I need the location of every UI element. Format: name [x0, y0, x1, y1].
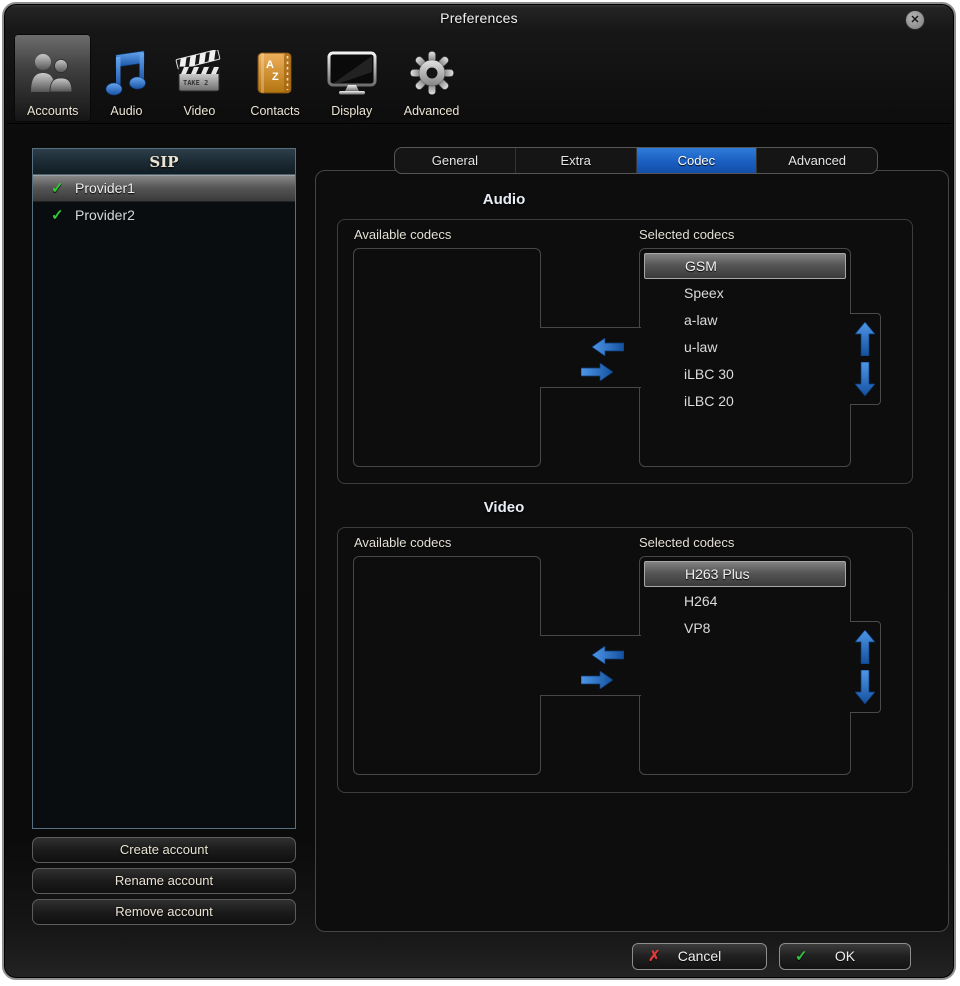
ok-button[interactable]: ✓ OK	[779, 943, 911, 970]
music-note-icon	[104, 45, 148, 101]
available-codecs-label: Available codecs	[354, 535, 452, 550]
toolbar-label: Display	[331, 104, 373, 118]
window-title: Preferences	[440, 10, 518, 26]
sip-list-header: SIP	[33, 149, 295, 175]
green-check-icon: ✓	[795, 948, 808, 965]
move-right-arrow-icon[interactable]	[581, 363, 613, 381]
codec-item[interactable]: Speex	[640, 280, 850, 307]
video-selected-codecs-list[interactable]: H263 Plus H264 VP8	[639, 556, 851, 775]
account-name: Provider1	[75, 180, 135, 196]
green-check-icon: ✓	[51, 180, 64, 197]
video-move-arrows	[540, 635, 641, 696]
clapperboard-icon: TAKE 2	[174, 45, 224, 101]
selected-codecs-label: Selected codecs	[639, 227, 735, 242]
title-bar: Preferences ✕	[4, 4, 954, 32]
sip-account-list: SIP ✓ Provider1 ✓ Provider2	[32, 148, 296, 829]
video-available-codecs-list[interactable]	[353, 556, 541, 775]
toolbar-item-advanced[interactable]: Advanced	[391, 34, 473, 122]
audio-reorder-arrows	[850, 313, 881, 405]
address-book-icon: A Z	[255, 45, 295, 101]
codec-item-selected[interactable]: GSM	[644, 253, 846, 279]
move-left-arrow-icon[interactable]	[592, 646, 624, 664]
svg-text:TAKE 2: TAKE 2	[183, 79, 208, 87]
video-codec-group: Available codecs Selected codecs H263 Pl…	[337, 527, 913, 793]
move-left-arrow-icon[interactable]	[592, 338, 624, 356]
svg-text:Z: Z	[272, 71, 279, 83]
cancel-button[interactable]: ✗ Cancel	[632, 943, 767, 970]
preferences-window: Preferences ✕ Accounts Audio TAKE 2 Vide…	[2, 2, 956, 980]
audio-selected-codecs-list[interactable]: GSM Speex a-law u-law iLBC 30 iLBC 20	[639, 248, 851, 467]
codec-item[interactable]: H264	[640, 588, 850, 615]
toolbar-label: Accounts	[27, 104, 79, 118]
monitor-icon	[326, 45, 378, 101]
move-down-arrow-icon[interactable]	[855, 362, 875, 396]
codec-item-selected[interactable]: H263 Plus	[644, 561, 846, 587]
tab-extra[interactable]: Extra	[516, 148, 637, 173]
video-section-title: Video	[483, 499, 525, 516]
toolbar-label: Audio	[110, 104, 143, 118]
tab-general[interactable]: General	[395, 148, 516, 173]
account-row-provider2[interactable]: ✓ Provider2	[33, 202, 295, 229]
remove-account-button[interactable]: Remove account	[32, 899, 296, 925]
toolbar-item-video[interactable]: TAKE 2 Video	[161, 34, 237, 122]
codec-item[interactable]: a-law	[640, 307, 850, 334]
tab-codec[interactable]: Codec	[636, 148, 758, 173]
codec-item[interactable]: VP8	[640, 615, 850, 642]
toolbar-label: Contacts	[250, 104, 300, 118]
codec-item[interactable]: iLBC 20	[640, 388, 850, 415]
toolbar-item-contacts[interactable]: A Z Contacts	[237, 34, 312, 122]
codec-item[interactable]: iLBC 30	[640, 361, 850, 388]
gear-icon	[409, 45, 455, 101]
create-account-button[interactable]: Create account	[32, 837, 296, 863]
video-reorder-arrows	[850, 621, 881, 713]
toolbar-item-display[interactable]: Display	[313, 34, 391, 122]
move-down-arrow-icon[interactable]	[855, 670, 875, 704]
tab-advanced[interactable]: Advanced	[757, 148, 877, 173]
account-settings-tabs: General Extra Codec Advanced	[394, 147, 878, 174]
audio-section-title: Audio	[482, 191, 526, 208]
toolbar-label: Video	[183, 104, 216, 118]
codec-item[interactable]: u-law	[640, 334, 850, 361]
green-check-icon: ✓	[51, 207, 64, 224]
rename-account-button[interactable]: Rename account	[32, 868, 296, 894]
toolbar-divider	[7, 123, 951, 124]
toolbar-item-audio[interactable]: Audio	[91, 34, 161, 122]
audio-move-arrows	[540, 327, 641, 388]
close-icon[interactable]: ✕	[906, 11, 924, 29]
account-name: Provider2	[75, 207, 135, 223]
move-right-arrow-icon[interactable]	[581, 671, 613, 689]
red-cross-icon: ✗	[648, 948, 661, 965]
audio-codec-group: Available codecs Selected codecs GSM Spe…	[337, 219, 913, 484]
toolbar-label: Advanced	[403, 104, 460, 118]
move-up-arrow-icon[interactable]	[855, 630, 875, 664]
selected-codecs-label: Selected codecs	[639, 535, 735, 550]
svg-text:A: A	[266, 59, 274, 71]
available-codecs-label: Available codecs	[354, 227, 452, 242]
audio-available-codecs-list[interactable]	[353, 248, 541, 467]
preferences-toolbar: Accounts Audio TAKE 2 Video A Z Contacts…	[14, 34, 472, 122]
people-icon	[29, 45, 77, 101]
account-row-provider1[interactable]: ✓ Provider1	[33, 175, 295, 202]
toolbar-item-accounts[interactable]: Accounts	[14, 34, 92, 122]
move-up-arrow-icon[interactable]	[855, 322, 875, 356]
